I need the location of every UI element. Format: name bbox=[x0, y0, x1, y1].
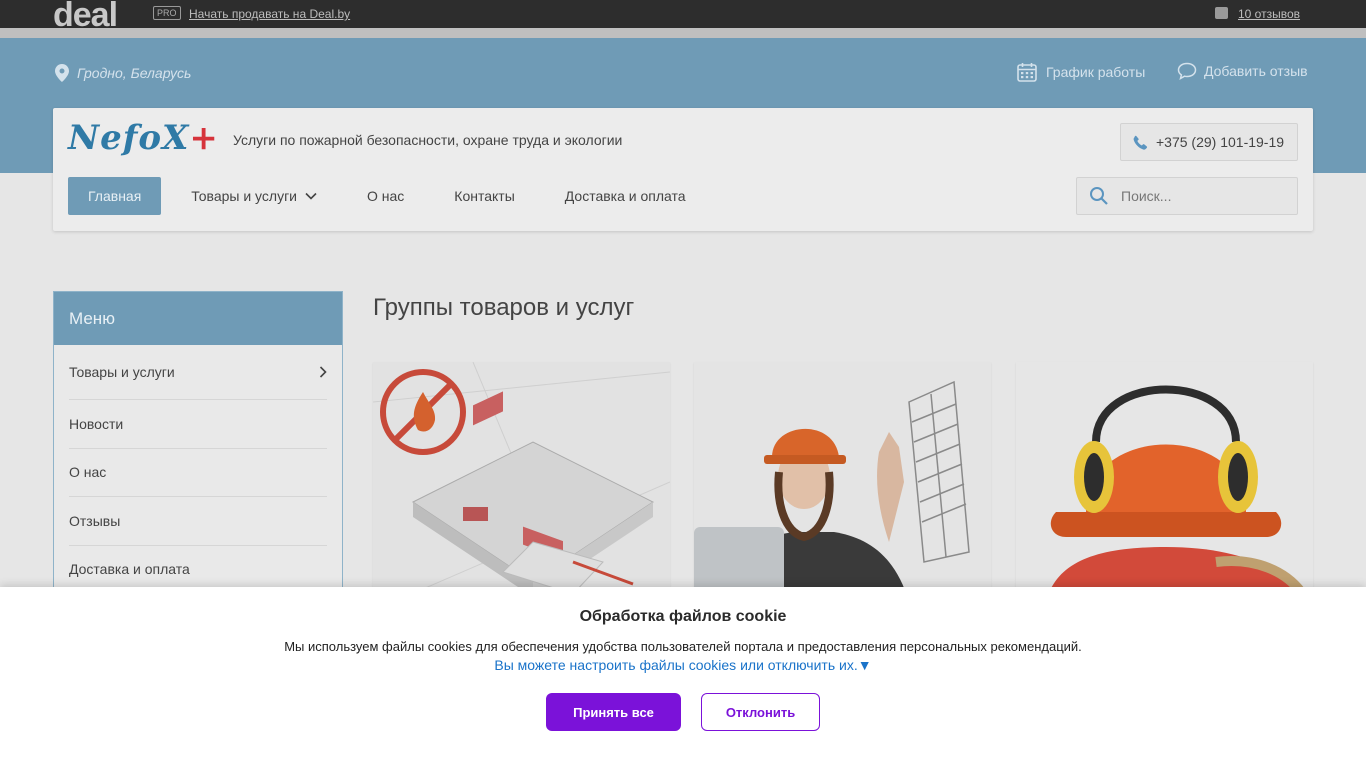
cookie-settings-link[interactable]: Вы можете настроить файлы cookies или от… bbox=[494, 657, 871, 673]
accept-all-button[interactable]: Принять все bbox=[546, 693, 681, 731]
cookie-text: Мы используем файлы cookies для обеспече… bbox=[284, 639, 1082, 654]
reject-button[interactable]: Отклонить bbox=[701, 693, 820, 731]
cookie-buttons: Принять все Отклонить bbox=[0, 693, 1366, 731]
cookie-title: Обработка файлов cookie bbox=[579, 608, 787, 625]
modal-backdrop bbox=[0, 0, 1366, 587]
cookie-banner: Обработка файлов cookie Мы используем фа… bbox=[0, 587, 1366, 768]
